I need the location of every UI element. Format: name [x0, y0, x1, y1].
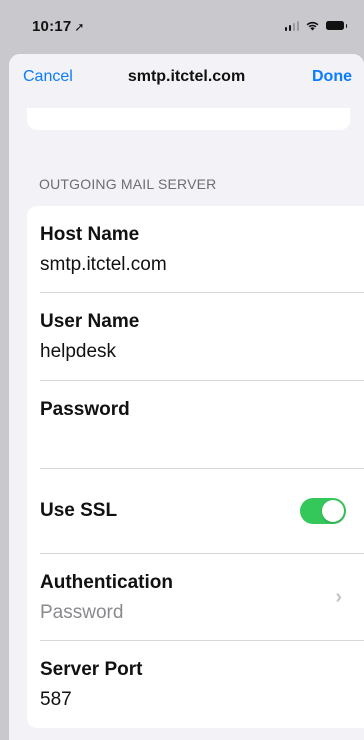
user-name-label: User Name	[40, 311, 140, 332]
section-header: OUTGOING MAIL SERVER	[39, 176, 217, 192]
password-label: Password	[40, 399, 130, 420]
outgoing-server-card: Host Name smtp.itctel.com User Name help…	[27, 206, 364, 728]
location-arrow-icon: ➚	[74, 20, 85, 34]
host-name-row[interactable]: Host Name smtp.itctel.com	[27, 206, 364, 292]
toggle-knob	[322, 500, 344, 522]
authentication-value: Password	[40, 602, 124, 623]
server-port-row[interactable]: Server Port 587	[27, 641, 364, 727]
use-ssl-label: Use SSL	[40, 500, 118, 521]
use-ssl-row: Use SSL	[27, 469, 364, 553]
use-ssl-toggle[interactable]	[300, 498, 346, 524]
host-name-label: Host Name	[40, 224, 140, 245]
authentication-label: Authentication	[40, 572, 173, 593]
chevron-right-icon: ›	[335, 586, 342, 608]
user-name-row[interactable]: User Name helpdesk	[27, 293, 364, 379]
nav-bar: Cancel smtp.itctel.com Done	[9, 54, 364, 100]
authentication-row[interactable]: Authentication Password ›	[27, 554, 364, 640]
password-row[interactable]: Password	[27, 381, 364, 467]
account-settings-sheet: Cancel smtp.itctel.com Done OUTGOING MAI…	[9, 54, 364, 740]
user-name-field[interactable]: helpdesk	[40, 341, 116, 363]
done-button[interactable]: Done	[312, 68, 352, 86]
signal-icon	[284, 20, 299, 31]
wifi-icon	[306, 21, 319, 31]
server-port-label: Server Port	[40, 659, 143, 680]
battery-icon	[326, 21, 347, 30]
status-bar: 10:17 ➚	[0, 0, 364, 52]
server-port-field[interactable]: 587	[40, 689, 72, 711]
status-time: 10:17 ➚	[32, 18, 85, 35]
host-name-field[interactable]: smtp.itctel.com	[40, 254, 167, 276]
previous-section-card	[27, 108, 350, 130]
nav-title: smtp.itctel.com	[127, 68, 246, 85]
status-icons	[284, 20, 347, 31]
status-time-text: 10:17	[32, 18, 72, 35]
